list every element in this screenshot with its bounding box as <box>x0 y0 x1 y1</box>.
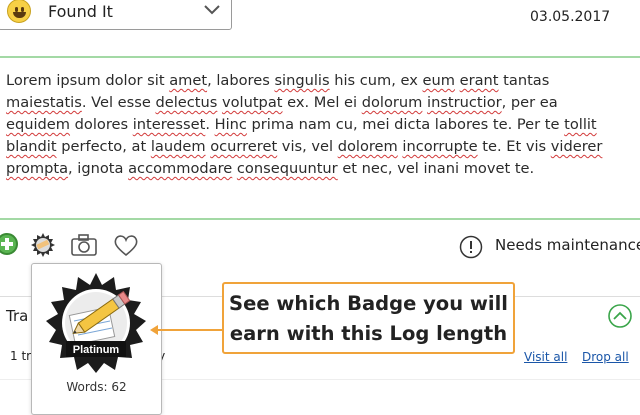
misspelled-word: tollit <box>564 116 597 133</box>
editor-bottom-border <box>0 218 640 220</box>
editor-text: tantas <box>498 72 550 89</box>
callout-arrow-line <box>157 329 223 331</box>
callout-arrow-head <box>150 325 158 335</box>
camera-icon[interactable] <box>70 232 98 258</box>
tutorial-callout: See which Badge you will earn with this … <box>222 282 515 354</box>
smiley-face-icon <box>7 0 31 23</box>
editor-text: , ignota <box>68 160 129 177</box>
misspelled-word: instructior <box>427 94 502 111</box>
badge-level-label: Platinum <box>73 344 120 356</box>
misspelled-word: consequuntur <box>236 160 338 177</box>
misspelled-word: interesset <box>132 116 206 133</box>
misspelled-word: prompta <box>6 160 69 177</box>
editor-text: perfecto, at <box>56 138 151 155</box>
misspelled-word: ocurreret <box>210 138 278 155</box>
misspelled-word: dolorem <box>337 138 398 155</box>
callout-line-1: See which Badge you will <box>229 292 508 315</box>
editor-top-border <box>0 56 640 58</box>
alert-icon <box>459 235 483 259</box>
word-count: Words: 62 <box>66 380 127 394</box>
misspelled-word: eum <box>422 72 455 89</box>
badge-popup: Platinum Words: 62 <box>31 263 162 415</box>
editor-text: te. Et vis <box>477 138 551 155</box>
needs-maintenance-label[interactable]: Needs maintenance <box>495 236 640 254</box>
badge-icon[interactable] <box>30 232 56 258</box>
editor-text: , per ea <box>501 94 558 111</box>
misspelled-word: amet <box>169 72 208 89</box>
editor-text: ex. Mel ei <box>282 94 362 111</box>
log-type-label: Found It <box>48 2 113 21</box>
chevron-up-circle-icon[interactable] <box>607 303 633 329</box>
editor-text: . Vel esse <box>81 94 156 111</box>
misspelled-word: Hinc <box>214 116 247 133</box>
trackables-title: Tra <box>6 307 29 325</box>
editor-text: dolores <box>70 116 133 133</box>
chevron-down-icon <box>204 5 220 15</box>
log-type-select[interactable]: Found It <box>0 0 232 30</box>
misspelled-word: blandit <box>6 138 57 155</box>
editor-text: prima nam cu, mei dicta labores te. Per … <box>246 116 565 133</box>
editor-text: et nec, vel inani movet te. <box>337 160 535 177</box>
log-text-editor[interactable]: Lorem ipsum dolor sit amet, labores sing… <box>6 70 626 180</box>
misspelled-word: dolorum <box>361 94 423 111</box>
misspelled-word: delectus <box>155 94 218 111</box>
editor-text: , labores <box>207 72 275 89</box>
log-date[interactable]: 03.05.2017 <box>530 9 610 25</box>
editor-text: Lorem ipsum dolor sit <box>6 72 170 89</box>
visit-all-link[interactable]: Visit all <box>524 350 567 364</box>
add-icon[interactable] <box>0 233 18 255</box>
misspelled-word: singulis <box>274 72 330 89</box>
callout-line-2: earn with this Log length <box>229 322 508 345</box>
editor-text: . <box>205 116 215 133</box>
misspelled-word: volutpat <box>221 94 283 111</box>
editor-text: vis, vel <box>277 138 338 155</box>
history-count: 1 tr <box>10 349 32 363</box>
misspelled-word: equidem <box>6 116 71 133</box>
platinum-badge-icon: Platinum <box>46 273 146 373</box>
misspelled-word: viderer <box>550 138 603 155</box>
editor-text: his cum, ex <box>329 72 423 89</box>
drop-all-link[interactable]: Drop all <box>582 350 629 364</box>
heart-icon[interactable] <box>112 232 140 258</box>
misspelled-word: incorrupte <box>402 138 478 155</box>
misspelled-word: erant <box>459 72 499 89</box>
misspelled-word: maiestatis <box>6 94 82 111</box>
misspelled-word: laudem <box>150 138 206 155</box>
misspelled-word: accommodare <box>128 160 233 177</box>
